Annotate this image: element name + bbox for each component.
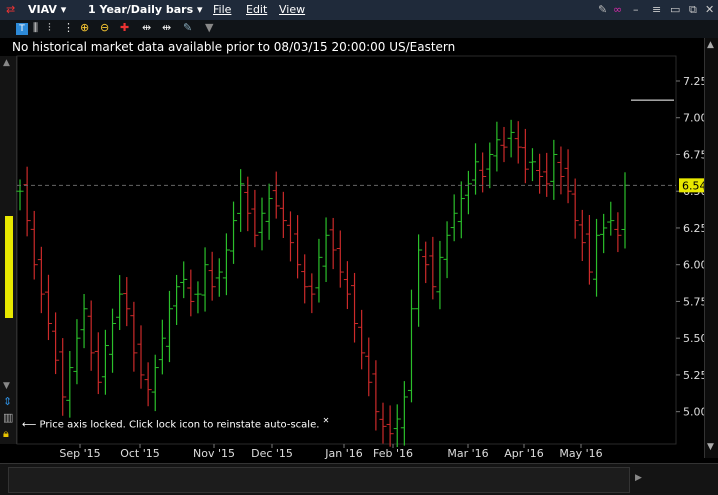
date-tick-label: Oct '15 [120, 447, 160, 460]
time-navigator[interactable]: ▶ [0, 463, 718, 495]
date-tick-label: Dec '15 [251, 447, 293, 460]
scroll-up-arrow-icon[interactable]: ▲ [707, 40, 714, 51]
vertical-scrollbar[interactable]: ▲ ▼ [704, 38, 718, 458]
date-tick-label: Nov '15 [193, 447, 235, 460]
close-message-icon[interactable]: ✕ [323, 416, 330, 425]
date-tick-label: May '16 [559, 447, 602, 460]
date-tick-label: Apr '16 [504, 447, 544, 460]
scroll-right-icon[interactable]: ▶ [635, 473, 642, 484]
date-tick-label: Mar '16 [447, 447, 488, 460]
lock-arrow-icon: ⟵ [22, 419, 37, 431]
date-tick-label: Feb '16 [373, 447, 413, 460]
date-tick-label: Sep '15 [59, 447, 100, 460]
date-tick-label: Jan '16 [324, 447, 362, 460]
price-axis-locked-message: ⟵ Price axis locked. Click lock icon to … [22, 416, 329, 430]
navigator-range[interactable] [8, 467, 630, 493]
plot-frame [16, 55, 677, 445]
last-price-label: 6.54 [682, 179, 707, 192]
scroll-down-arrow-icon[interactable]: ▼ [707, 442, 714, 453]
lock-message-text: Price axis locked. Click lock icon to re… [39, 419, 320, 431]
